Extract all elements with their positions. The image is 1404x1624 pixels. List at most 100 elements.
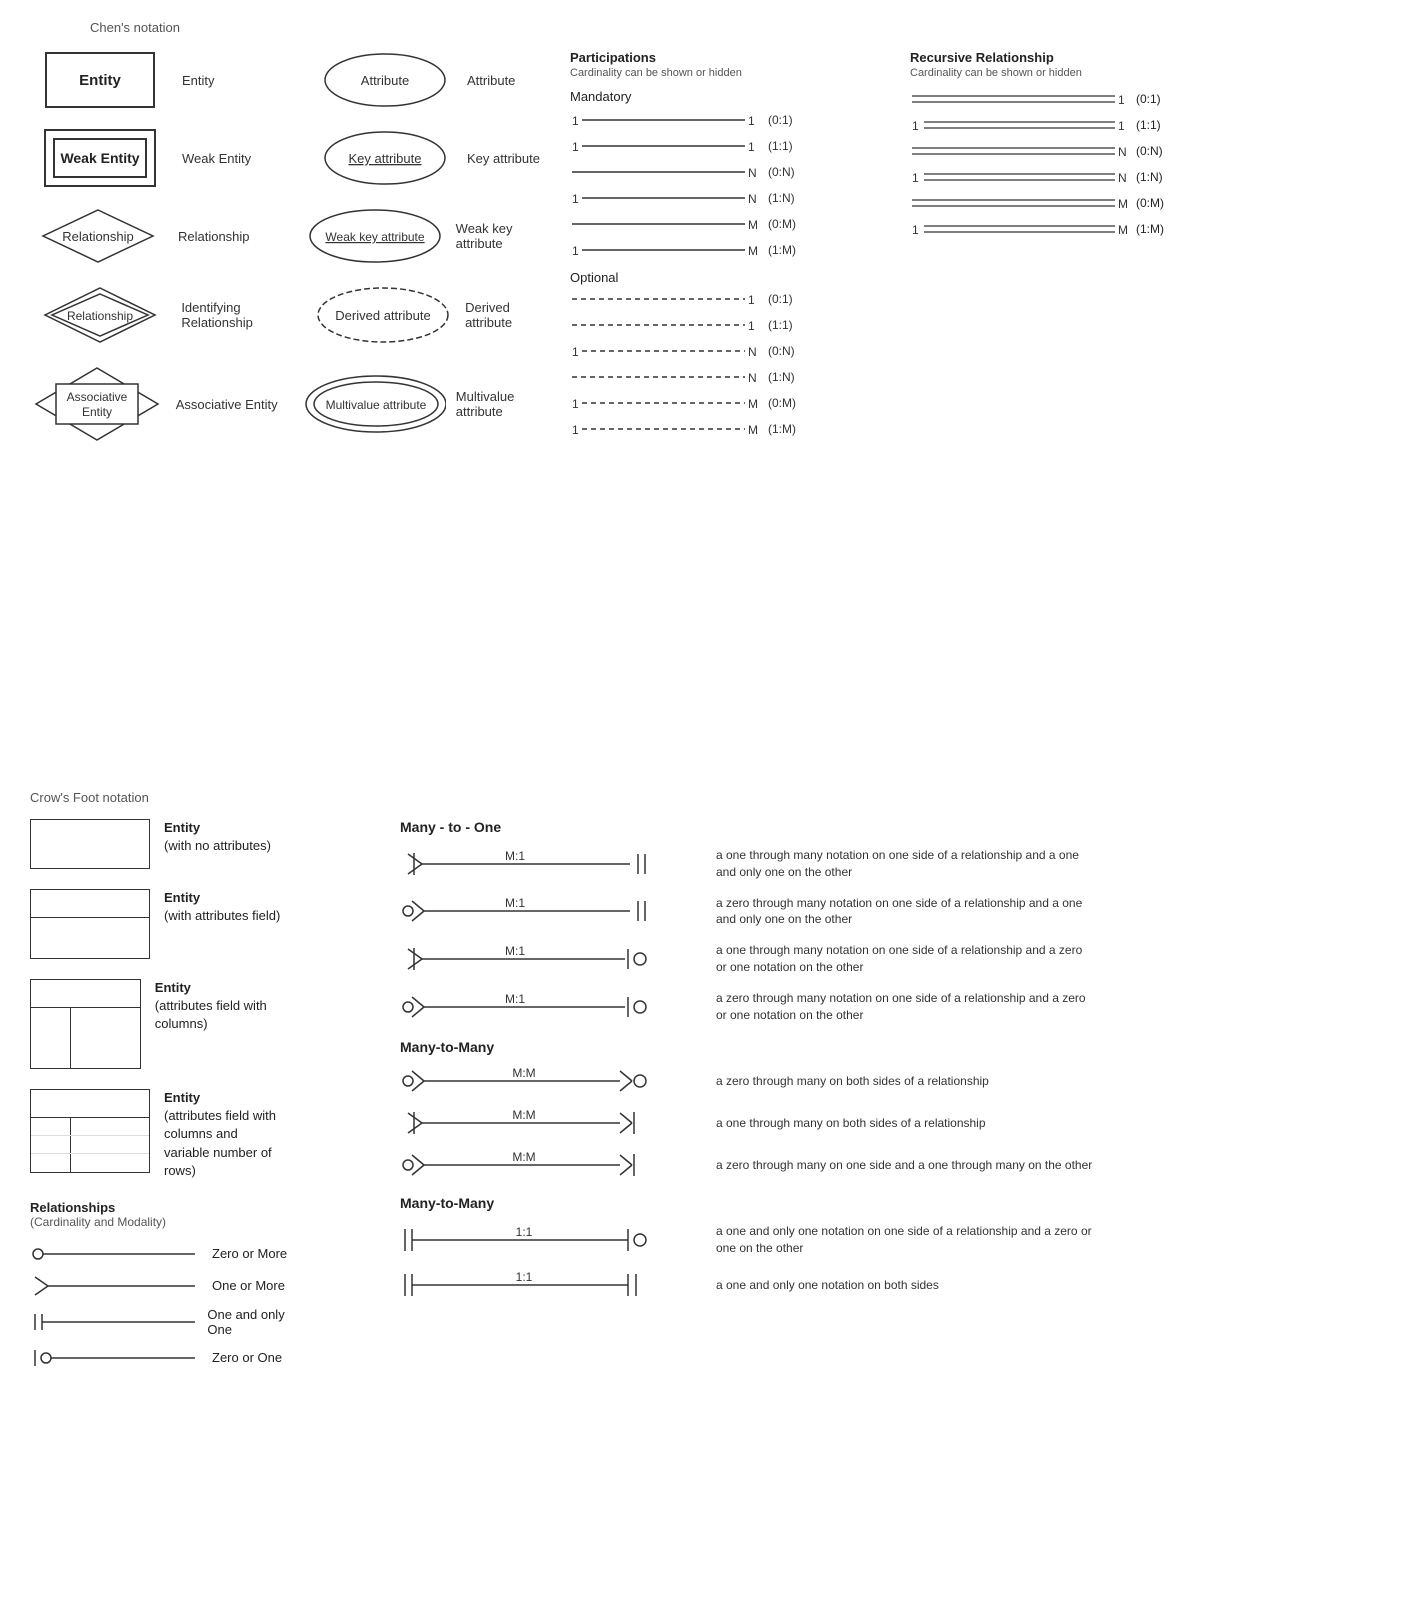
svg-text:N: N <box>748 371 757 385</box>
cf-entity-cols-row: Entity (attributes field with columns) <box>30 979 310 1069</box>
crows-section: Crow's Foot notation Entity (with no att… <box>30 780 1374 1379</box>
svg-text:Relationship: Relationship <box>67 309 133 323</box>
svg-text:1: 1 <box>748 114 755 128</box>
chens-title: Chen's notation <box>90 20 1374 35</box>
crows-right-panel: Many - to - One M:1 <box>340 819 1374 1379</box>
m2o-row-3: M:1 a one through many notation on one s… <box>400 942 1374 976</box>
entity-shape: Entity <box>45 52 155 108</box>
zero-or-one-icon <box>30 1347 200 1369</box>
svg-text:M: M <box>748 244 758 258</box>
m2o-desc-2: a zero through many notation on one side… <box>716 895 1096 929</box>
m2o-line-4: M:1 <box>400 993 700 1021</box>
part-opt-row-0:1: 1 (0:1) <box>570 289 890 309</box>
m2o-row-1: M:1 a one through many notation on one s… <box>400 847 1374 881</box>
weak-entity-shape: Weak Entity <box>44 129 156 187</box>
part-opt-row-0:N: 1 N (0:N) <box>570 341 890 361</box>
multivalue-ellipse: Multivalue attribute <box>301 372 446 436</box>
1-1-line-1: 1:1 <box>400 1226 700 1254</box>
svg-text:1: 1 <box>912 223 919 237</box>
chens-row-weak-entity: Weak Entity Weak Entity Key attribute Ke… <box>30 128 560 188</box>
svg-text:1: 1 <box>572 114 579 128</box>
participations-title: Participations <box>570 50 890 65</box>
svg-text:M:1: M:1 <box>505 897 525 910</box>
chens-row-relationship: Relationship Relationship Weak key attri… <box>30 206 560 266</box>
svg-text:1: 1 <box>572 244 579 258</box>
svg-text:1: 1 <box>748 293 755 307</box>
many-to-many-title: Many-to-Many <box>400 1039 1374 1055</box>
svg-text:N: N <box>1118 171 1127 185</box>
m2m-desc-1: a zero through many on both sides of a r… <box>716 1073 989 1090</box>
rel-label-one-or-more: One or More <box>212 1278 285 1293</box>
1-1-row-2: 1:1 a one and only one notation on both … <box>400 1271 1374 1299</box>
m2o-row-2: M:1 a zero through many notation on one … <box>400 895 1374 929</box>
recursive-title: Recursive Relationship <box>910 50 1250 65</box>
optional-label: Optional <box>570 270 890 285</box>
svg-text:M: M <box>748 423 758 437</box>
zero-or-more-icon <box>30 1243 200 1265</box>
page: Chen's notation Entity Entity Attribute <box>0 0 1404 1399</box>
svg-text:Attribute: Attribute <box>360 73 408 88</box>
cf-entity-var-row: Entity (attributes field with columns an… <box>30 1089 310 1180</box>
part-opt-row-1:M: 1 M (1:M) <box>570 419 890 439</box>
part-row-1:M-mandatory: 1 M (1:M) <box>570 240 890 260</box>
part-row-1:N-mandatory: 1 N (1:N) <box>570 188 890 208</box>
svg-text:1:1: 1:1 <box>516 1226 533 1239</box>
m2m-line-1: M:M <box>400 1067 700 1095</box>
rec-row-0:M: M (0:M) <box>910 193 1250 213</box>
svg-text:1: 1 <box>1118 93 1125 107</box>
svg-text:M:1: M:1 <box>505 850 525 863</box>
svg-text:Multivalue attribute: Multivalue attribute <box>325 398 426 412</box>
svg-text:1: 1 <box>1118 119 1125 133</box>
svg-text:1: 1 <box>912 119 919 133</box>
m2o-row-4: M:1 a zero through many notation on one … <box>400 990 1374 1024</box>
one-only-icon <box>30 1311 195 1333</box>
multivalue-attribute-label: Multivalue attribute <box>456 389 560 419</box>
m2o-desc-3: a one through many notation on one side … <box>716 942 1096 976</box>
cf-entity-simple-row: Entity (with no attributes) <box>30 819 310 869</box>
m2o-line-1: M:1 <box>400 850 700 878</box>
svg-text:N: N <box>748 166 757 180</box>
svg-text:1: 1 <box>912 171 919 185</box>
weak-key-ellipse: Weak key attribute <box>305 206 445 266</box>
svg-text:M:1: M:1 <box>505 945 525 958</box>
rel-label-zero-or-one: Zero or One <box>212 1350 282 1365</box>
participations-section: Participations Cardinality can be shown … <box>570 50 890 445</box>
part-row-0:N-mandatory: N (0:N) <box>570 162 890 182</box>
part-row-0:M-mandatory: M (0:M) <box>570 214 890 234</box>
svg-text:1:1: 1:1 <box>516 1271 533 1284</box>
svg-text:1: 1 <box>572 192 579 206</box>
rel-sub: (Cardinality and Modality) <box>30 1215 310 1229</box>
cf-entity-cols <box>30 979 141 1069</box>
svg-text:1: 1 <box>748 319 755 333</box>
entity-label: Entity <box>182 73 292 88</box>
identifying-relationship-label: Identifying Relationship <box>181 300 290 330</box>
rec-row-0:N: N (0:N) <box>910 141 1250 161</box>
svg-text:1: 1 <box>572 423 579 437</box>
rel-section: Relationships (Cardinality and Modality)… <box>30 1200 310 1369</box>
m2m-row-3: M:M a zero through many on one side and … <box>400 1151 1374 1179</box>
chens-row-identifying: Relationship Identifying Relationship De… <box>30 284 560 346</box>
svg-text:M: M <box>1118 197 1128 211</box>
rel-row-one-only: One and only One <box>30 1307 310 1337</box>
cf-entity-attr <box>30 889 150 959</box>
cf-entity-var-label: Entity (attributes field with columns an… <box>164 1089 294 1180</box>
recursive-section: Recursive Relationship Cardinality can b… <box>910 50 1250 245</box>
part-opt-row-1:1: 1 (1:1) <box>570 315 890 335</box>
m2m-desc-2: a one through many on both sides of a re… <box>716 1115 986 1132</box>
rel-label-zero-or-more: Zero or More <box>212 1246 287 1261</box>
derived-attribute-ellipse: Derived attribute <box>313 284 453 346</box>
svg-text:M: M <box>1118 223 1128 237</box>
svg-text:N: N <box>1118 145 1127 159</box>
svg-text:Relationship: Relationship <box>62 229 134 244</box>
svg-text:M: M <box>748 397 758 411</box>
rel-row-zero-or-one: Zero or One <box>30 1347 310 1369</box>
one-to-one-title: Many-to-Many <box>400 1195 1374 1211</box>
svg-text:M:M: M:M <box>512 1109 535 1122</box>
1-1-line-2: 1:1 <box>400 1271 700 1299</box>
m2o-line-3: M:1 <box>400 945 700 973</box>
weak-entity-label: Weak Entity <box>182 151 292 166</box>
cf-entity-cols-label: Entity (attributes field with columns) <box>155 979 310 1034</box>
1-1-desc-2: a one and only one notation on both side… <box>716 1277 939 1294</box>
recursive-subtitle: Cardinality can be shown or hidden <box>910 67 1250 79</box>
svg-text:Derived attribute: Derived attribute <box>335 308 430 323</box>
